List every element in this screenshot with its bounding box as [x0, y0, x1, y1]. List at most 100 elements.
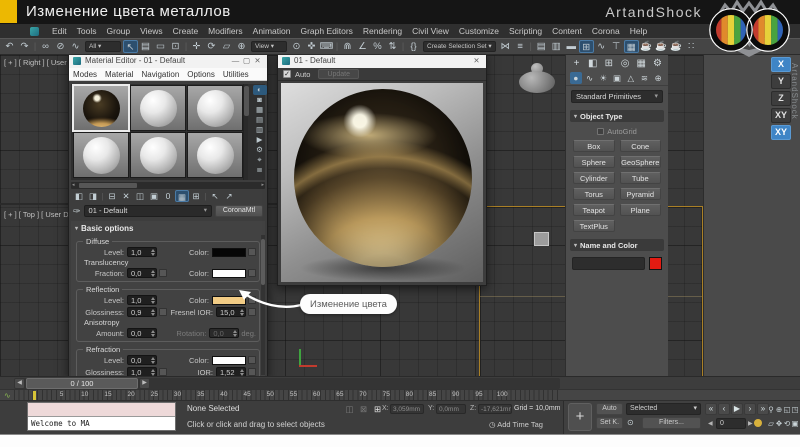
basic-options-rollout[interactable]: Basic options: [74, 222, 262, 234]
menu-item[interactable]: Corona: [587, 26, 625, 36]
scroll-right-icon[interactable]: ▸: [261, 183, 264, 188]
select-object-icon[interactable]: ↖: [123, 40, 138, 53]
primitives-dropdown[interactable]: Standard Primitives ▾: [571, 90, 663, 103]
me-menu-item[interactable]: Modes: [73, 70, 97, 79]
fov-icon[interactable]: ▱: [767, 417, 775, 430]
me-menu-item[interactable]: Options: [187, 70, 215, 79]
refraction-map-button[interactable]: [248, 356, 256, 364]
material-slot[interactable]: [187, 85, 243, 131]
go-forward-sibling-icon[interactable]: ↗: [222, 190, 236, 202]
cameras-category-icon[interactable]: ▣: [611, 72, 623, 84]
select-and-link-icon[interactable]: ∞: [38, 40, 53, 53]
rotation-spinner[interactable]: 0,0: [209, 328, 239, 338]
render-window-titlebar[interactable]: 01 - Default ✕: [278, 55, 486, 68]
go-to-parent-icon[interactable]: ↖: [208, 190, 222, 202]
refraction-color-swatch[interactable]: [212, 356, 246, 365]
x-coordinate-field[interactable]: 3,059mm: [390, 404, 424, 414]
eyedropper-icon[interactable]: ✑: [73, 206, 81, 217]
render-setup-icon[interactable]: ▦: [624, 40, 639, 53]
diffuse-color-swatch[interactable]: [212, 248, 246, 257]
selection-lock-icon[interactable]: ⊠: [358, 404, 369, 415]
translucency-map-button[interactable]: [248, 269, 256, 277]
axis-x-button[interactable]: X: [771, 57, 791, 72]
menu-item[interactable]: Scripting: [504, 26, 547, 36]
object-name-input[interactable]: [572, 257, 645, 270]
diffuse-map-button[interactable]: [248, 248, 256, 256]
select-and-place-icon[interactable]: ⊕: [234, 40, 249, 53]
maxscript-mini-listener[interactable]: Welcome to MA: [27, 402, 176, 431]
put-to-library-icon[interactable]: ▣: [147, 190, 161, 202]
object-type-rollout[interactable]: Object Type: [570, 110, 664, 122]
menu-item[interactable]: Create: [168, 26, 204, 36]
play-button[interactable]: ▶: [731, 403, 743, 415]
refraction-gloss-map-button[interactable]: [159, 368, 167, 376]
object-type-button[interactable]: Tube: [620, 172, 662, 184]
fraction-map-button[interactable]: [159, 269, 167, 277]
select-and-scale-icon[interactable]: ▱: [219, 40, 234, 53]
modify-tab-icon[interactable]: ◧: [585, 58, 600, 69]
render-production-icon[interactable]: ☕: [669, 40, 684, 53]
show-map-in-viewport-icon[interactable]: ▦: [175, 190, 189, 202]
filters-button[interactable]: Filters...: [642, 417, 701, 429]
make-preview-icon[interactable]: ▶: [253, 135, 267, 145]
create-tab-icon[interactable]: +: [569, 58, 584, 69]
material-editor-titlebar[interactable]: Material Editor - 01 - Default —▢✕: [69, 55, 267, 68]
ribbon-toggle-icon[interactable]: ▬: [564, 40, 579, 53]
backlight-icon[interactable]: ◙: [253, 95, 267, 105]
refraction-gloss-spinner[interactable]: 1,0: [127, 367, 157, 376]
material-slot[interactable]: [73, 132, 129, 178]
select-and-manipulate-icon[interactable]: ✜: [304, 40, 319, 53]
diffuse-level-spinner[interactable]: 1,0: [127, 247, 157, 257]
hierarchy-tab-icon[interactable]: ⊞: [601, 58, 616, 69]
unlink-selection-icon[interactable]: ⊘: [53, 40, 68, 53]
menu-item[interactable]: Rendering: [358, 26, 407, 36]
selection-set-dropdown[interactable]: Create Selection Set ▾: [423, 41, 496, 52]
mini-curve-editor-icon[interactable]: ∿: [4, 391, 11, 400]
menu-item[interactable]: Modifiers: [203, 26, 247, 36]
schematic-view-icon[interactable]: ∿: [594, 40, 609, 53]
reference-coordinate-dropdown[interactable]: View ▾: [251, 41, 287, 52]
previous-frame-button[interactable]: ‹: [718, 403, 730, 415]
object-type-button[interactable]: TextPlus: [573, 220, 615, 232]
material-slot[interactable]: [130, 132, 186, 178]
axis-z-button[interactable]: Z: [771, 91, 791, 106]
rect-selection-region-icon[interactable]: ▭: [153, 40, 168, 53]
axis-y-button[interactable]: Y: [771, 74, 791, 89]
object-color-swatch[interactable]: [649, 257, 662, 270]
angle-snap-icon[interactable]: ∠: [355, 40, 370, 53]
object-type-button[interactable]: Torus: [573, 188, 615, 200]
display-tab-icon[interactable]: ▦: [634, 58, 649, 69]
ior-map-button[interactable]: [248, 368, 256, 376]
current-frame-field[interactable]: 0: [716, 418, 746, 429]
translucency-color-swatch[interactable]: [212, 269, 246, 278]
object-type-button[interactable]: GeoSphere: [620, 156, 662, 168]
auto-key-button[interactable]: Auto: [596, 403, 623, 415]
reset-map-icon[interactable]: ✕: [119, 190, 133, 202]
max-app-icon[interactable]: [30, 27, 39, 36]
material-slot-gold[interactable]: [73, 85, 129, 131]
material-slot[interactable]: [187, 132, 243, 178]
next-frame-button[interactable]: ›: [744, 403, 756, 415]
y-coordinate-field[interactable]: 0,0mm: [436, 404, 466, 414]
spinner-snap-icon[interactable]: ⇅: [385, 40, 400, 53]
selection-filter-dropdown[interactable]: All ▾: [85, 41, 121, 52]
lights-category-icon[interactable]: ☀: [597, 72, 609, 84]
material-map-navigator-icon[interactable]: ≣: [253, 165, 267, 175]
ior-spinner[interactable]: 1,52: [216, 367, 246, 376]
selection-set-dropdown[interactable]: Selected ▾: [626, 403, 701, 415]
add-time-tag[interactable]: ◷ Add Time Tag: [489, 420, 543, 429]
scene-object[interactable]: [534, 232, 549, 246]
pan-icon[interactable]: ✥: [775, 417, 783, 430]
background-icon[interactable]: ▦: [253, 105, 267, 115]
material-editor-icon[interactable]: ⊤: [609, 40, 624, 53]
motion-tab-icon[interactable]: ◎: [618, 58, 633, 69]
make-unique-icon[interactable]: ◫: [133, 190, 147, 202]
update-button[interactable]: Update: [318, 69, 359, 79]
minimize-icon[interactable]: —: [230, 56, 241, 65]
frame-back-arrow[interactable]: ◀: [15, 379, 24, 388]
frame-step-forward-icon[interactable]: ▶: [748, 420, 753, 427]
menu-item[interactable]: Civil View: [407, 26, 454, 36]
object-type-button[interactable]: Sphere: [573, 156, 615, 168]
utilities-tab-icon[interactable]: ⚙: [650, 58, 665, 69]
object-type-button[interactable]: Teapot: [573, 204, 615, 216]
